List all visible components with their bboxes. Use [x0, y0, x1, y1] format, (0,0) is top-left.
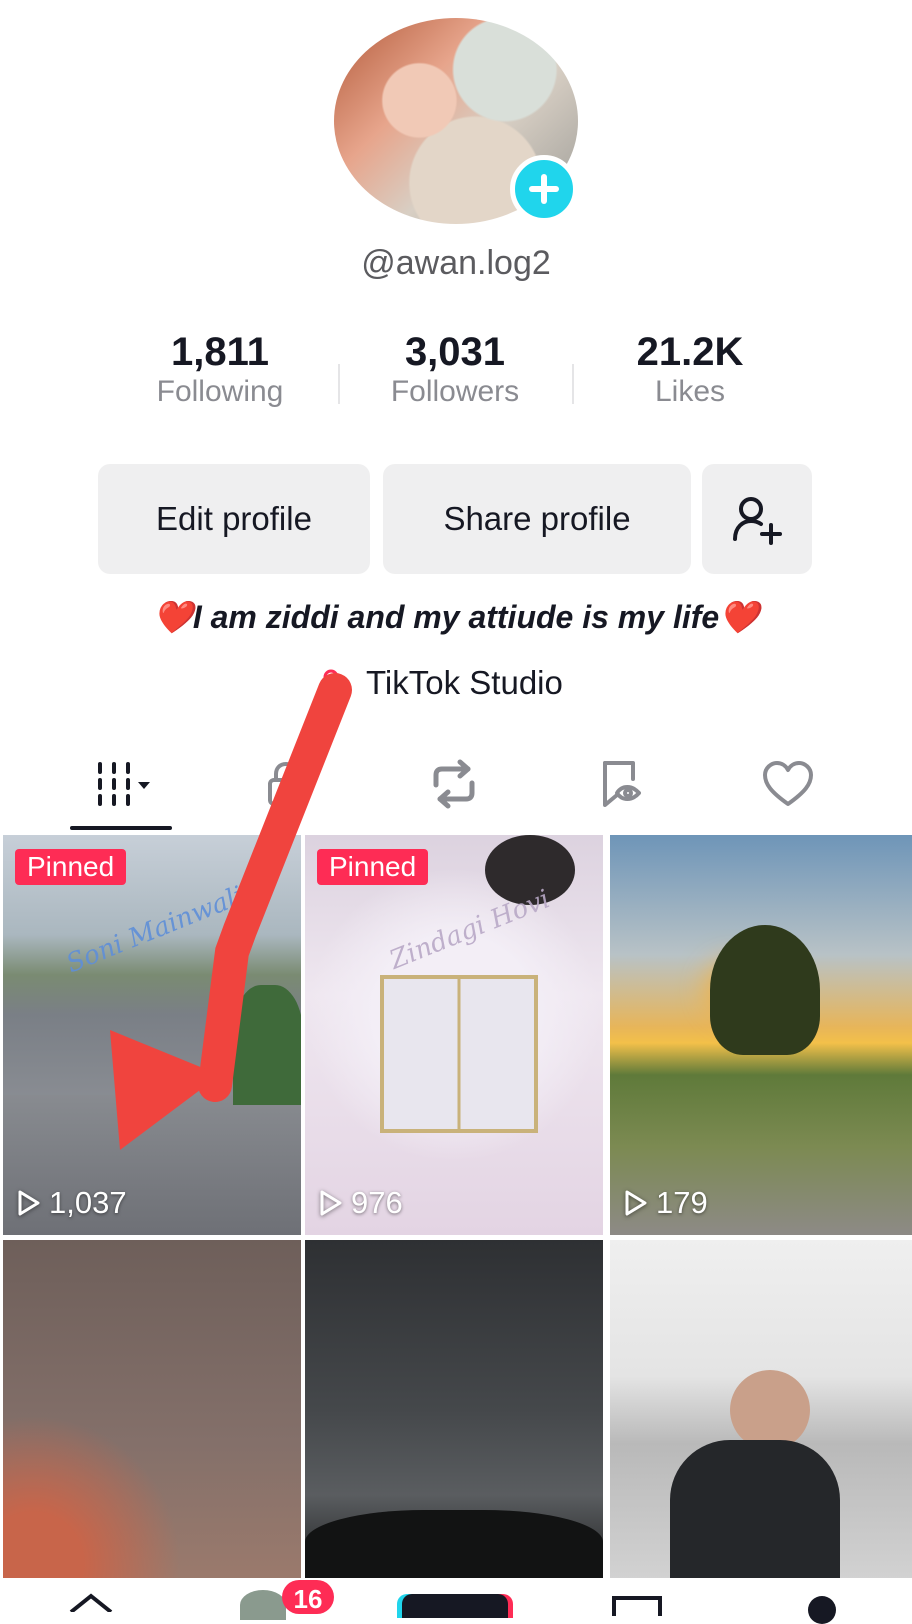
inbox-badge: 16: [282, 1580, 334, 1614]
friends-icon[interactable]: [240, 1590, 286, 1620]
inbox-icon[interactable]: [612, 1596, 662, 1616]
annotation-arrow-icon: [110, 673, 352, 1150]
create-button[interactable]: [402, 1594, 508, 1618]
profile-icon[interactable]: [808, 1596, 836, 1624]
home-icon[interactable]: [68, 1592, 114, 1617]
